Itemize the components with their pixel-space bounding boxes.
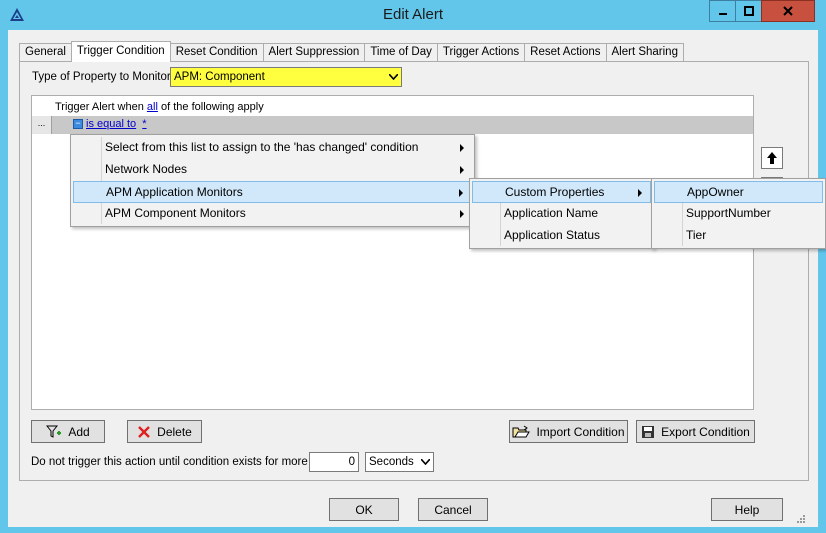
duration-label: Do not trigger this action until conditi… <box>31 456 334 468</box>
help-button[interactable]: Help <box>711 498 783 521</box>
duration-unit-value: Seconds <box>369 456 414 468</box>
menu-item-label: AppOwner <box>687 185 744 199</box>
maximize-icon <box>743 6 754 16</box>
add-button-label: Add <box>68 424 90 439</box>
save-disk-icon <box>641 425 655 439</box>
menu-item-label: Select from this list to assign to the '… <box>105 140 419 154</box>
ok-button[interactable]: OK <box>329 498 399 521</box>
chevron-down-icon <box>389 74 398 80</box>
duration-unit-select[interactable]: Seconds <box>365 452 434 472</box>
submenu-arrow-icon <box>460 166 464 174</box>
property-type-label: Type of Property to Monitor: <box>32 71 174 83</box>
maximize-button[interactable] <box>735 0 762 22</box>
value-link[interactable]: * <box>142 118 146 130</box>
chevron-down-icon <box>421 459 430 465</box>
export-condition-label: Export Condition <box>661 424 750 439</box>
menu-item-label: APM Component Monitors <box>105 206 246 220</box>
condition-row[interactable]: ... − is equal to * <box>32 116 753 134</box>
tab-alert-suppression[interactable]: Alert Suppression <box>262 43 366 62</box>
submenu-arrow-icon <box>460 144 464 152</box>
delete-button-label: Delete <box>157 424 192 439</box>
import-condition-label: Import Condition <box>536 424 625 439</box>
menu-item-label: Application Name <box>504 206 599 220</box>
condition-header-prefix: Trigger Alert when <box>55 101 144 113</box>
arrow-up-icon <box>767 152 777 164</box>
add-button[interactable]: Add <box>31 420 105 443</box>
tab-time-of-day[interactable]: Time of Day <box>364 43 438 62</box>
open-folder-icon <box>512 425 531 439</box>
menu-item-label: Application Status <box>504 228 601 242</box>
condition-all-link[interactable]: all <box>147 101 158 113</box>
operator-link[interactable]: is equal to <box>86 118 136 130</box>
condition-options-button[interactable]: ... <box>32 116 52 134</box>
condition-header-suffix: of the following apply <box>161 101 264 113</box>
collapse-icon[interactable]: − <box>73 119 83 129</box>
minimize-button[interactable] <box>709 0 736 22</box>
menu-item-application-status[interactable]: Application Status <box>472 225 651 247</box>
move-up-button[interactable] <box>761 147 783 169</box>
field-context-menu: Select from this list to assign to the '… <box>70 134 475 227</box>
minimize-icon <box>718 13 727 15</box>
menu-item-appowner[interactable]: AppOwner <box>654 181 823 203</box>
cancel-button[interactable]: Cancel <box>418 498 488 521</box>
window-frame-right <box>818 30 826 533</box>
window-frame-bottom <box>0 527 826 533</box>
menu-item-supportnumber[interactable]: SupportNumber <box>654 203 823 225</box>
delete-x-icon <box>137 425 151 439</box>
resize-grip-icon[interactable] <box>794 514 806 526</box>
close-button[interactable] <box>761 0 815 22</box>
menu-item-application-name[interactable]: Application Name <box>472 203 651 225</box>
tab-general[interactable]: General <box>19 43 72 62</box>
submenu-arrow-icon <box>638 189 642 197</box>
condition-header: Trigger Alert when all of the following … <box>55 101 264 113</box>
window-title: Edit Alert <box>382 6 444 23</box>
apm-application-submenu: Custom Properties Application Name Appli… <box>469 178 654 249</box>
submenu-arrow-icon <box>460 210 464 218</box>
tab-trigger-actions[interactable]: Trigger Actions <box>436 43 526 62</box>
menu-item-label: SupportNumber <box>686 206 771 220</box>
duration-value-input[interactable]: 0 <box>309 452 359 472</box>
menu-item-tier[interactable]: Tier <box>654 225 823 247</box>
tab-trigger-condition[interactable]: Trigger Condition <box>70 41 171 62</box>
property-type-select[interactable]: APM: Component <box>170 67 402 87</box>
menu-item-apm-application-monitors[interactable]: APM Application Monitors <box>73 181 472 203</box>
submenu-arrow-icon <box>459 189 463 197</box>
menu-item-label: Tier <box>686 228 707 242</box>
menu-item-network-nodes[interactable]: Network Nodes <box>73 159 472 181</box>
property-type-value: APM: Component <box>174 71 265 83</box>
tab-reset-actions[interactable]: Reset Actions <box>524 43 607 62</box>
condition-expression: is equal to * <box>86 118 147 130</box>
tab-strip: General Trigger Condition Reset Conditio… <box>19 41 684 62</box>
menu-item-label: Network Nodes <box>105 162 188 176</box>
menu-item-custom-properties[interactable]: Custom Properties <box>472 181 651 203</box>
custom-properties-submenu: AppOwner SupportNumber Tier <box>651 178 826 249</box>
menu-item-label: APM Application Monitors <box>106 185 243 199</box>
delete-button[interactable]: Delete <box>127 420 202 443</box>
import-condition-button[interactable]: Import Condition <box>509 420 628 443</box>
menu-item-has-changed[interactable]: Select from this list to assign to the '… <box>73 137 472 159</box>
tab-alert-sharing[interactable]: Alert Sharing <box>605 43 684 62</box>
menu-item-label: Custom Properties <box>505 185 605 199</box>
close-icon <box>783 6 793 16</box>
title-bar: Edit Alert <box>0 0 826 30</box>
add-filter-icon <box>46 425 62 439</box>
tab-reset-condition[interactable]: Reset Condition <box>169 43 264 62</box>
window-frame-left <box>0 30 8 533</box>
export-condition-button[interactable]: Export Condition <box>636 420 755 443</box>
menu-item-apm-component-monitors[interactable]: APM Component Monitors <box>73 203 472 225</box>
